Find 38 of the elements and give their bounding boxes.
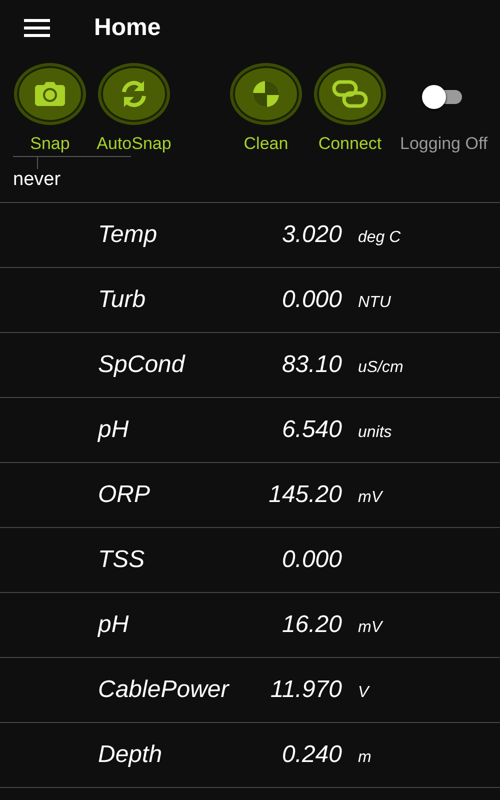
reading-value: 83.10 xyxy=(280,350,342,380)
chain-link-icon xyxy=(332,80,368,108)
unit-label: deg C xyxy=(357,228,401,248)
logging-label: Logging Off xyxy=(400,132,488,154)
reading-value: 6.540 xyxy=(280,415,342,445)
unit-label: mV xyxy=(357,488,382,508)
parameter-name: Temp xyxy=(97,220,158,250)
unit-label: units xyxy=(357,422,392,442)
unit-label: uS/cm xyxy=(357,358,404,378)
reading-value: 0.000 xyxy=(280,545,342,575)
reading-value: 16.20 xyxy=(280,610,342,640)
action-label: Snap xyxy=(30,132,70,154)
action-label: Connect xyxy=(318,132,382,154)
reading-value: 3.020 xyxy=(280,220,342,250)
action-label: AutoSnap xyxy=(96,132,172,154)
parameter-name: TSS xyxy=(97,545,146,575)
parameter-name: pH xyxy=(96,415,130,445)
unit-label: mV xyxy=(357,618,382,638)
parameter-name: pH xyxy=(96,610,130,640)
reading-value: 0.000 xyxy=(280,285,342,315)
parameter-name: Turb xyxy=(97,285,147,315)
parameter-name: CablePower xyxy=(97,675,230,705)
parameter-name: Depth xyxy=(97,740,164,770)
unit-label: V xyxy=(357,682,369,702)
parameter-name: ORP xyxy=(97,480,152,510)
reading-value: 145.20 xyxy=(268,480,342,510)
screen-title: Home xyxy=(94,13,161,43)
unit-label: NTU xyxy=(357,292,391,312)
unit-label: m xyxy=(357,748,372,768)
action-label: Clean xyxy=(244,132,288,154)
refresh-icon xyxy=(120,80,148,108)
camera-icon xyxy=(35,82,65,106)
parameter-name: SpCond xyxy=(97,350,186,380)
last-snap-status: never xyxy=(13,170,62,189)
reading-value: 0.240 xyxy=(280,740,342,770)
quadrant-icon xyxy=(252,80,280,108)
menu-icon[interactable] xyxy=(24,19,50,37)
reading-value: 11.970 xyxy=(269,675,342,705)
